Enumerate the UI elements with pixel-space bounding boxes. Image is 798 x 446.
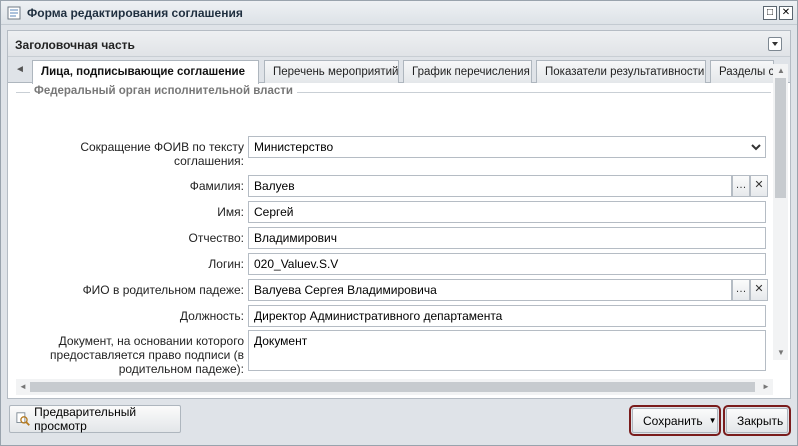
preview-label: Предварительный просмотр bbox=[34, 405, 137, 433]
chevron-down-icon[interactable] bbox=[768, 37, 782, 51]
close-label: Закрыть bbox=[737, 413, 784, 428]
surname-label: Фамилия: bbox=[189, 179, 244, 193]
tab-scroll-left-icon[interactable]: ◄ bbox=[14, 63, 26, 77]
fio-genitive-label: ФИО в родительном падеже: bbox=[82, 283, 244, 297]
position-label: Должность: bbox=[179, 309, 244, 323]
form-icon bbox=[7, 6, 21, 20]
fio-clear-button[interactable]: ✕ bbox=[750, 279, 768, 301]
fio-genitive-field[interactable]: Валуева Сергея Владимировича bbox=[248, 279, 732, 301]
maximize-button[interactable]: □ bbox=[763, 6, 777, 20]
edit-agreement-window: Форма редактирования соглашения □ ✕ Заго… bbox=[0, 0, 798, 446]
document-label: Документ, на основании которого предоста… bbox=[50, 334, 244, 376]
name-field[interactable]: Сергей bbox=[248, 201, 766, 223]
tab-transfer-schedule[interactable]: График перечисления bbox=[403, 60, 532, 83]
save-button[interactable]: Сохранить ▼ bbox=[629, 405, 721, 436]
save-label: Сохранить bbox=[643, 413, 703, 428]
vertical-scrollbar[interactable]: ▲ ▼ bbox=[773, 64, 788, 360]
scroll-right-icon[interactable]: ► bbox=[762, 382, 770, 391]
foiv-select[interactable]: Министерство bbox=[248, 136, 766, 158]
window-titlebar[interactable]: Форма редактирования соглашения □ ✕ bbox=[1, 1, 797, 25]
surname-select-button[interactable]: … bbox=[732, 175, 750, 197]
vertical-scroll-thumb[interactable] bbox=[775, 78, 786, 198]
tab-activities[interactable]: Перечень мероприятий bbox=[264, 60, 399, 83]
surname-clear-button[interactable]: ✕ bbox=[750, 175, 768, 197]
tab-signatories[interactable]: Лица, подписывающие соглашение bbox=[32, 60, 259, 84]
tab-strip: ◄ Лица, подписывающие соглашение Перечен… bbox=[8, 57, 790, 84]
scroll-up-icon[interactable]: ▲ bbox=[777, 66, 785, 75]
position-field[interactable]: Директор Административного департамента bbox=[248, 305, 766, 327]
preview-button[interactable]: Предварительный просмотр bbox=[9, 405, 181, 433]
foiv-label: Сокращение ФОИВ по тексту соглашения: bbox=[80, 140, 244, 168]
name-label: Имя: bbox=[217, 205, 244, 219]
horizontal-scrollbar[interactable]: ◄ ► bbox=[16, 379, 773, 395]
window-close-button[interactable]: ✕ bbox=[779, 6, 793, 20]
horizontal-scroll-thumb[interactable] bbox=[30, 382, 755, 392]
patronymic-field[interactable]: Владимирович bbox=[248, 227, 766, 249]
tab-sections[interactable]: Разделы со bbox=[710, 60, 774, 83]
fio-select-button[interactable]: … bbox=[732, 279, 750, 301]
chevron-down-icon[interactable] bbox=[750, 141, 762, 153]
document-textarea[interactable]: Документ bbox=[248, 330, 766, 371]
tab-performance-indicators[interactable]: Показатели результативности bbox=[536, 60, 706, 83]
window-title: Форма редактирования соглашения bbox=[27, 6, 243, 20]
scroll-down-icon[interactable]: ▼ bbox=[777, 348, 785, 357]
panel-header[interactable]: Заголовочная часть bbox=[8, 31, 790, 57]
form-content: Федеральный орган исполнительной власти … bbox=[8, 64, 790, 398]
login-label: Логин: bbox=[208, 257, 244, 271]
close-button[interactable]: Закрыть bbox=[723, 405, 791, 436]
surname-field[interactable]: Валуев bbox=[248, 175, 732, 197]
scroll-left-icon[interactable]: ◄ bbox=[19, 382, 27, 391]
panel-title: Заголовочная часть bbox=[15, 38, 135, 52]
patronymic-label: Отчество: bbox=[188, 231, 245, 245]
save-dropdown-icon[interactable]: ▼ bbox=[709, 416, 717, 425]
fieldset-legend: Федеральный орган исполнительной власти bbox=[30, 85, 297, 97]
magnifier-icon bbox=[16, 412, 30, 426]
foiv-value: Министерство bbox=[254, 140, 334, 154]
header-panel: Заголовочная часть ◄ Лица, подписывающие… bbox=[7, 30, 791, 399]
login-field[interactable]: 020_Valuev.S.V bbox=[248, 253, 766, 275]
